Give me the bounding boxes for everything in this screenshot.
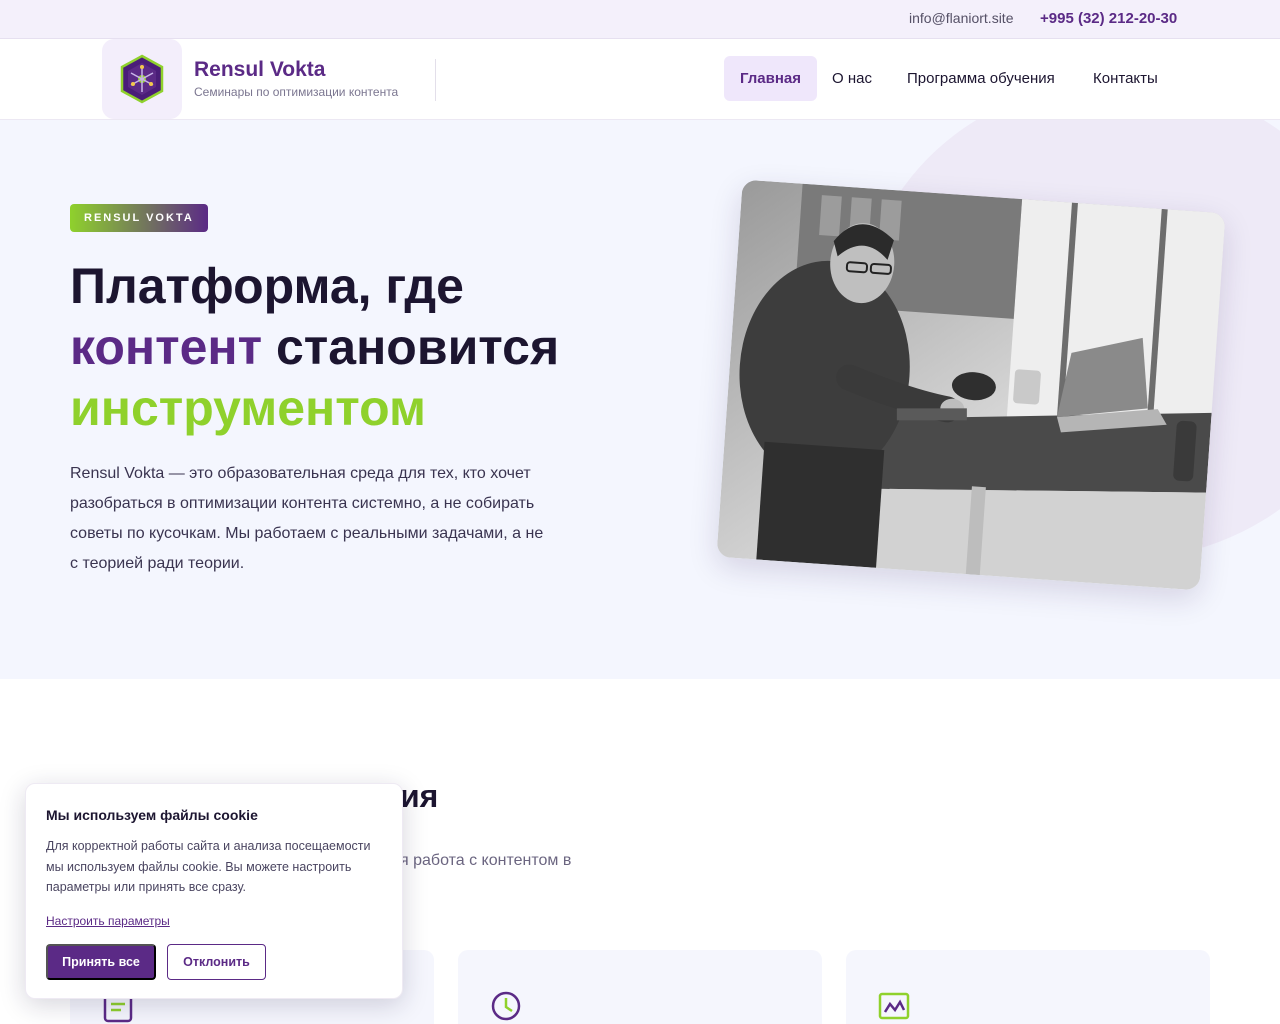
hero-section: RENSUL VOKTA Платформа, где контент стан… — [0, 120, 1280, 679]
feature-card-2 — [458, 950, 822, 1024]
hexagon-logo-icon — [120, 54, 164, 104]
nav-about[interactable]: О нас — [816, 56, 888, 101]
cookie-accept-button[interactable]: Принять все — [46, 944, 156, 980]
header-divider — [435, 59, 436, 101]
hero-title-highlight-green: инструментом — [70, 380, 426, 436]
brand-name[interactable]: Rensul Vokta — [194, 58, 325, 82]
chart-icon — [878, 992, 910, 1020]
cookie-text: Для корректной работы сайта и анализа по… — [46, 839, 371, 894]
nav-home[interactable]: Главная — [724, 56, 818, 101]
section-text: я работа с контентом в — [400, 852, 572, 869]
cookie-banner: Мы используем файлы cookie Для корректно… — [25, 783, 403, 999]
feature-card-3 — [846, 950, 1210, 1024]
contact-email-link[interactable]: info@flaniort.site — [909, 10, 1013, 26]
logo[interactable] — [102, 39, 182, 119]
hero-title-line2: становится — [262, 319, 560, 375]
cookie-settings-link[interactable]: Настроить параметры — [46, 914, 170, 928]
section-title: ия — [400, 778, 439, 814]
nav-program[interactable]: Программа обучения — [891, 56, 1071, 101]
brand-subtitle: Семинары по оптимизации контента — [194, 85, 399, 99]
man-at-laptop-photo-icon — [716, 179, 1226, 591]
nav-contacts[interactable]: Контакты — [1077, 56, 1174, 101]
hero-badge: RENSUL VOKTA — [70, 204, 208, 232]
clock-icon — [491, 991, 521, 1021]
site-header: Rensul Vokta Семинары по оптимизации кон… — [0, 39, 1280, 120]
top-info-bar: info@flaniort.site +995 (32) 212-20-30 — [0, 0, 1280, 39]
cookie-title: Мы используем файлы cookie — [46, 807, 258, 823]
hero-description: Rensul Vokta — это образовательная среда… — [70, 465, 544, 572]
hero-title-highlight-purple: контент — [70, 319, 263, 375]
hero-title: Платформа, где контент становится инстру… — [70, 256, 630, 439]
contact-phone-link[interactable]: +995 (32) 212-20-30 — [1040, 10, 1177, 27]
hero-photo — [716, 179, 1226, 591]
cookie-decline-button[interactable]: Отклонить — [167, 944, 266, 980]
hero-title-line1: Платформа, где — [70, 258, 464, 314]
